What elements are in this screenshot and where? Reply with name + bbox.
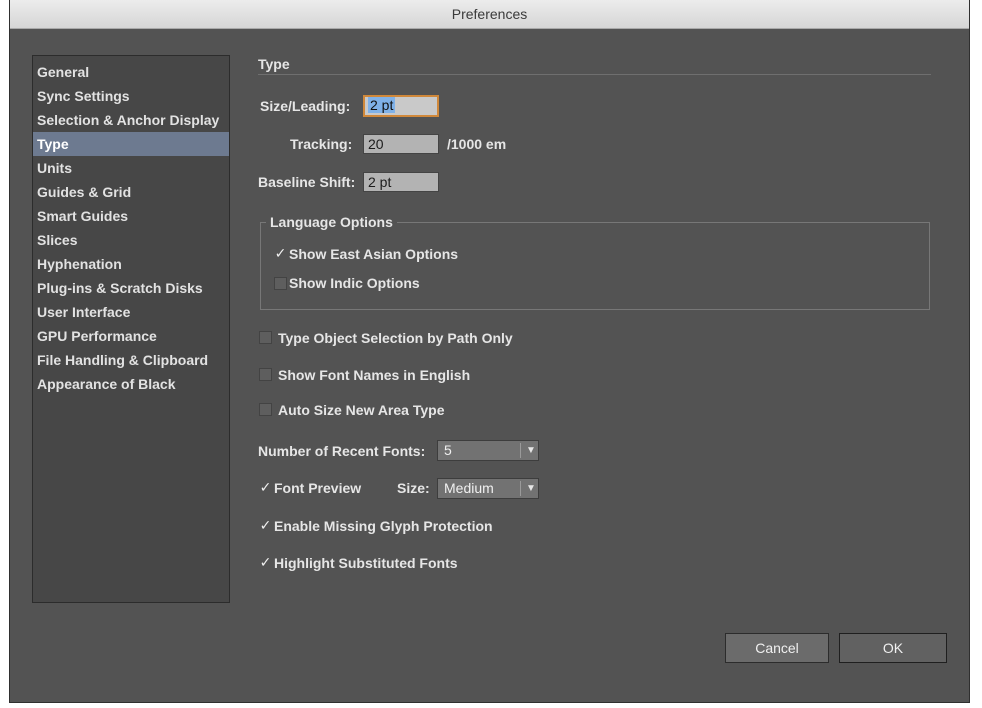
window-title: Preferences [10, 0, 969, 29]
preferences-category-list[interactable]: General Sync Settings Selection & Anchor… [32, 55, 230, 603]
size-leading-label: Size/Leading: [260, 98, 351, 114]
recent-fonts-dropdown[interactable]: 5 ▼ [437, 440, 539, 461]
size-leading-input[interactable]: 2 pt [363, 95, 439, 117]
font-preview-size-dropdown[interactable]: Medium ▼ [437, 478, 539, 499]
triangle-down-icon: ▼ [526, 483, 536, 494]
sidebar-item-units[interactable]: Units [33, 156, 229, 180]
sidebar-item-plugins-scratch-disks[interactable]: Plug-ins & Scratch Disks [33, 276, 229, 300]
preferences-window: Preferences General Sync Settings Select… [10, 0, 969, 702]
font-preview-label: Font Preview [274, 480, 362, 496]
missing-glyph-label: Enable Missing Glyph Protection [274, 518, 493, 534]
auto-size-area-type-checkbox[interactable] [259, 403, 272, 416]
checkmark-icon: ✓ [259, 479, 272, 495]
show-indic-checkbox[interactable] [274, 277, 287, 290]
dropdown-divider [520, 481, 521, 496]
highlight-substituted-checkbox[interactable]: ✓ [259, 554, 272, 570]
sidebar-item-gpu-performance[interactable]: GPU Performance [33, 324, 229, 348]
font-preview-size-value: Medium [444, 480, 494, 496]
show-east-asian-label: Show East Asian Options [289, 246, 459, 262]
sidebar-item-general[interactable]: General [33, 60, 229, 84]
tracking-label: Tracking: [290, 136, 353, 152]
recent-fonts-label: Number of Recent Fonts: [258, 443, 426, 459]
tracking-unit: /1000 em [447, 136, 507, 152]
font-preview-size-label: Size: [397, 480, 430, 496]
cancel-button[interactable]: Cancel [725, 633, 829, 663]
sidebar-item-user-interface[interactable]: User Interface [33, 300, 229, 324]
sidebar-item-slices[interactable]: Slices [33, 228, 229, 252]
show-indic-label: Show Indic Options [289, 275, 420, 291]
sidebar-item-hyphenation[interactable]: Hyphenation [33, 252, 229, 276]
baseline-shift-label: Baseline Shift: [258, 174, 356, 190]
show-font-names-english-label: Show Font Names in English [278, 367, 471, 383]
tracking-input[interactable]: 20 [363, 134, 439, 154]
sidebar-item-selection-anchor-display[interactable]: Selection & Anchor Display [33, 108, 229, 132]
highlight-substituted-label: Highlight Substituted Fonts [274, 555, 458, 571]
checkmark-icon: ✓ [259, 517, 272, 533]
missing-glyph-checkbox[interactable]: ✓ [259, 517, 272, 533]
show-east-asian-checkbox[interactable]: ✓ [274, 245, 287, 261]
ok-button[interactable]: OK [839, 633, 947, 663]
type-object-selection-checkbox[interactable] [259, 331, 272, 344]
sidebar-item-type[interactable]: Type [33, 132, 229, 156]
font-preview-checkbox[interactable]: ✓ [259, 479, 272, 495]
size-leading-value: 2 pt [368, 97, 396, 113]
triangle-down-icon: ▼ [526, 445, 536, 456]
language-options-title: Language Options [266, 212, 397, 232]
sidebar-item-guides-grid[interactable]: Guides & Grid [33, 180, 229, 204]
section-title: Type [258, 56, 290, 72]
type-object-selection-label: Type Object Selection by Path Only [278, 330, 513, 346]
auto-size-area-type-label: Auto Size New Area Type [278, 402, 445, 418]
checkmark-icon: ✓ [274, 245, 287, 261]
dropdown-divider [520, 443, 521, 458]
sidebar-item-sync-settings[interactable]: Sync Settings [33, 84, 229, 108]
show-font-names-english-checkbox[interactable] [259, 368, 272, 381]
sidebar-item-file-handling-clipboard[interactable]: File Handling & Clipboard [33, 348, 229, 372]
baseline-shift-input[interactable]: 2 pt [363, 172, 439, 192]
recent-fonts-value: 5 [444, 442, 452, 458]
checkmark-icon: ✓ [259, 554, 272, 570]
sidebar-item-appearance-of-black[interactable]: Appearance of Black [33, 372, 229, 396]
sidebar-item-smart-guides[interactable]: Smart Guides [33, 204, 229, 228]
section-divider [258, 74, 931, 75]
language-options-group [260, 222, 930, 310]
